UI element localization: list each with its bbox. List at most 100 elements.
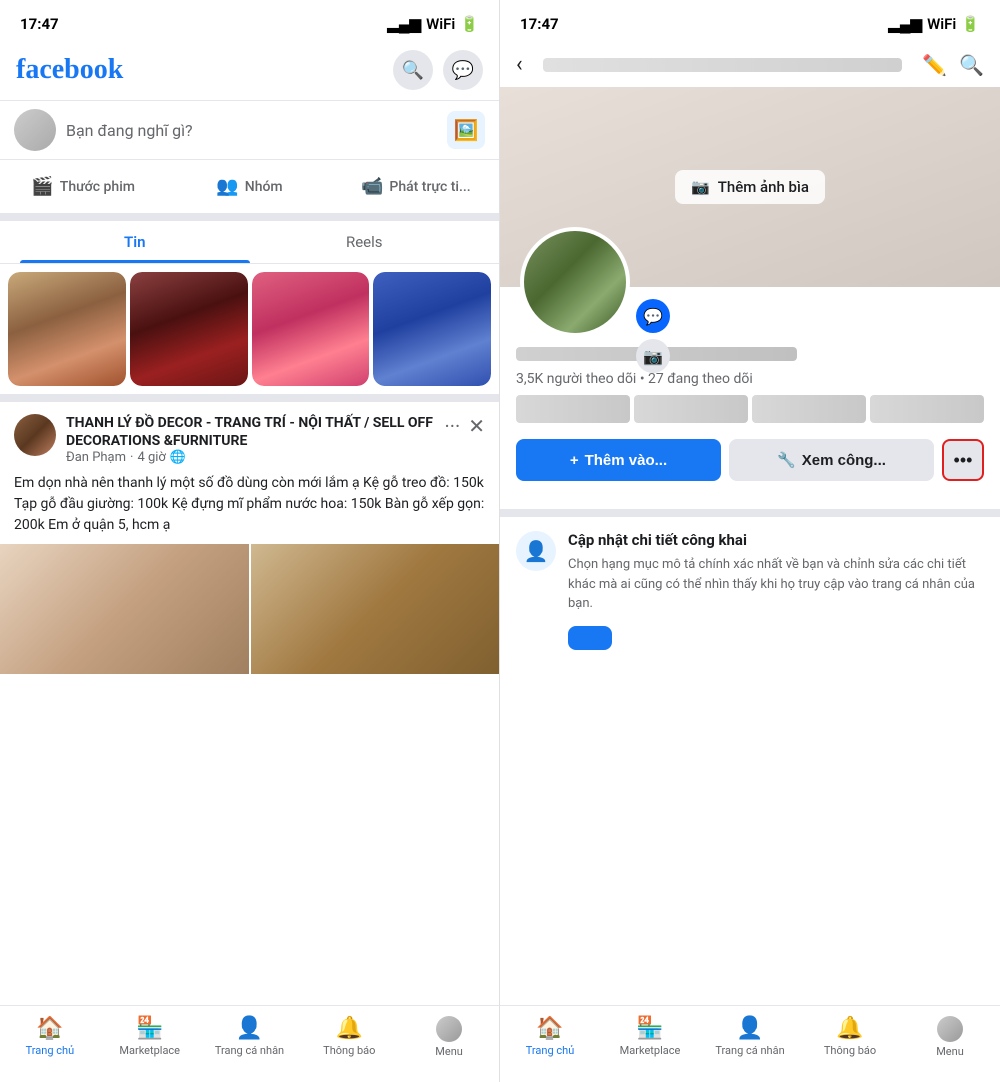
- right-status-icons: ▂▄▆ WiFi 🔋: [888, 15, 980, 33]
- left-bottom-nav: 🏠 Trang chủ 🏪 Marketplace 👤 Trang cá nhâ…: [0, 1005, 499, 1082]
- right-menu-label: Menu: [936, 1045, 964, 1058]
- view-work-button[interactable]: 🔧 Xem công...: [729, 439, 934, 481]
- photo-icon-button[interactable]: 🖼️: [447, 111, 485, 149]
- menu-label: Menu: [435, 1045, 463, 1058]
- profile-nav-title-bar: [543, 58, 903, 72]
- left-status-icons: ▂▄▆ WiFi 🔋: [387, 15, 479, 33]
- left-phone-panel: 17:47 ▂▄▆ WiFi 🔋 facebook 🔍 💬 Bạn đang n…: [0, 0, 500, 1082]
- tab-tin[interactable]: Tin: [20, 221, 250, 263]
- add-cover-button[interactable]: 📷 Thêm ảnh bìa: [675, 170, 825, 204]
- tab-reels[interactable]: Reels: [250, 221, 480, 263]
- avatar-edit-button[interactable]: 💬: [636, 299, 670, 333]
- follower-chip-1: [516, 395, 630, 423]
- story-item-1[interactable]: [8, 272, 126, 386]
- profile-info-area: 3,5K người theo dõi • 27 đang theo dõi +…: [500, 347, 1000, 509]
- search-button[interactable]: 🔍: [393, 50, 433, 90]
- right-nav-profile[interactable]: 👤 Trang cá nhân: [700, 1012, 800, 1062]
- signal-icon: ▂▄▆: [387, 15, 421, 33]
- groups-icon: 👥: [216, 176, 238, 197]
- follower-chip-3: [752, 395, 866, 423]
- update-btn-area: [568, 626, 984, 650]
- update-person-icon: 👤: [516, 531, 556, 571]
- profile-nav-icons: ✏️ 🔍: [922, 53, 984, 77]
- right-profile-label: Trang cá nhân: [715, 1044, 784, 1057]
- left-nav-marketplace[interactable]: 🏪 Marketplace: [100, 1012, 200, 1062]
- followers-avatars: [516, 395, 984, 425]
- profile-navbar: ‹ ✏️ 🔍: [500, 44, 1000, 87]
- post-author-avatar: [14, 414, 56, 456]
- person-circle-icon: 👤: [524, 539, 549, 563]
- left-nav-profile[interactable]: 👤 Trang cá nhân: [200, 1012, 300, 1062]
- messenger-button[interactable]: 💬: [443, 50, 483, 90]
- story-item-4[interactable]: [373, 272, 491, 386]
- left-nav-home[interactable]: 🏠 Trang chủ: [0, 1012, 100, 1062]
- right-notifications-label: Thông báo: [824, 1044, 876, 1057]
- reels-icon: 🎬: [31, 176, 53, 197]
- left-navbar: facebook 🔍 💬: [0, 44, 499, 100]
- live-icon: 📹: [361, 176, 383, 197]
- more-options-button[interactable]: •••: [942, 439, 984, 481]
- navbar-icons: 🔍 💬: [393, 50, 483, 90]
- edit-icon[interactable]: ✏️: [922, 53, 947, 77]
- menu-avatar: [436, 1016, 462, 1042]
- story-item-2[interactable]: [130, 272, 248, 386]
- right-home-icon: 🏠: [536, 1016, 563, 1041]
- wifi-icon: WiFi: [426, 15, 455, 33]
- marketplace-icon: 🏪: [136, 1016, 163, 1041]
- groups-action[interactable]: 👥 Nhóm: [166, 168, 332, 205]
- update-section: 👤 Cập nhật chi tiết công khai Chọn hạng …: [500, 509, 1000, 664]
- post-more-button[interactable]: ···: [445, 414, 461, 438]
- back-button[interactable]: ‹: [516, 52, 523, 77]
- post-meta: THANH LÝ ĐỒ DECOR - TRANG TRÍ - NỘI THẤT…: [66, 414, 435, 465]
- messenger-icon: 💬: [452, 60, 474, 81]
- search-icon: 🔍: [402, 60, 424, 81]
- right-home-label: Trang chủ: [526, 1044, 575, 1057]
- user-avatar-small: [14, 109, 56, 151]
- live-action[interactable]: 📹 Phát trực ti...: [333, 168, 499, 205]
- post-actions-right: ··· ✕: [445, 414, 485, 438]
- left-status-bar: 17:47 ▂▄▆ WiFi 🔋: [0, 0, 499, 44]
- right-notifications-icon: 🔔: [836, 1016, 863, 1041]
- right-nav-notifications[interactable]: 🔔 Thông báo: [800, 1012, 900, 1062]
- right-nav-menu[interactable]: Menu: [900, 1012, 1000, 1062]
- story-bg-4: [373, 272, 491, 386]
- profile-stats: 3,5K người theo dõi • 27 đang theo dõi: [516, 371, 984, 387]
- reels-action[interactable]: 🎬 Thước phim: [0, 168, 166, 205]
- right-profile-icon: 👤: [736, 1016, 763, 1041]
- story-item-3[interactable]: [252, 272, 370, 386]
- live-label: Phát trực ti...: [389, 179, 470, 195]
- story-input-bar[interactable]: Bạn đang nghĩ gì? 🖼️: [0, 100, 499, 160]
- profile-avatar-area: 💬 📷: [520, 227, 630, 337]
- home-label: Trang chủ: [26, 1044, 75, 1057]
- right-search-icon[interactable]: 🔍: [959, 53, 984, 77]
- post-time: 4 giờ: [137, 450, 165, 465]
- stories-strip: [0, 264, 499, 394]
- right-menu-avatar: [937, 1016, 963, 1042]
- left-nav-notifications[interactable]: 🔔 Thông báo: [299, 1012, 399, 1062]
- quick-actions-bar: 🎬 Thước phim 👥 Nhóm 📹 Phát trực ti...: [0, 160, 499, 221]
- right-nav-home[interactable]: 🏠 Trang chủ: [500, 1012, 600, 1062]
- left-nav-menu[interactable]: Menu: [399, 1012, 499, 1062]
- update-description: Chọn hạng mục mô tả chính xác nhất về bạ…: [568, 555, 984, 614]
- right-marketplace-icon: 🏪: [636, 1016, 663, 1041]
- right-battery-icon: 🔋: [961, 15, 980, 33]
- post-close-button[interactable]: ✕: [468, 414, 485, 438]
- add-to-profile-button[interactable]: + Thêm vào...: [516, 439, 721, 481]
- post-image-2[interactable]: [251, 544, 500, 674]
- profile-label: Trang cá nhân: [215, 1044, 284, 1057]
- profile-avatar-image: [520, 227, 630, 337]
- profile-icon: 👤: [236, 1016, 263, 1041]
- update-title: Cập nhật chi tiết công khai: [568, 531, 984, 549]
- story-placeholder-text: Bạn đang nghĩ gì?: [66, 121, 437, 140]
- post-image-1[interactable]: [0, 544, 249, 674]
- post-separator: ·: [130, 450, 133, 465]
- post-header: THANH LÝ ĐỒ DECOR - TRANG TRÍ - NỘI THẤT…: [14, 414, 485, 465]
- avatar-camera-button[interactable]: 📷: [636, 339, 670, 373]
- right-status-time: 17:47: [520, 15, 559, 33]
- add-icon: +: [570, 452, 579, 469]
- left-status-time: 17:47: [20, 15, 59, 33]
- post-images: [0, 544, 499, 674]
- battery-icon: 🔋: [460, 15, 479, 33]
- right-nav-marketplace[interactable]: 🏪 Marketplace: [600, 1012, 700, 1062]
- update-action-button[interactable]: [568, 626, 612, 650]
